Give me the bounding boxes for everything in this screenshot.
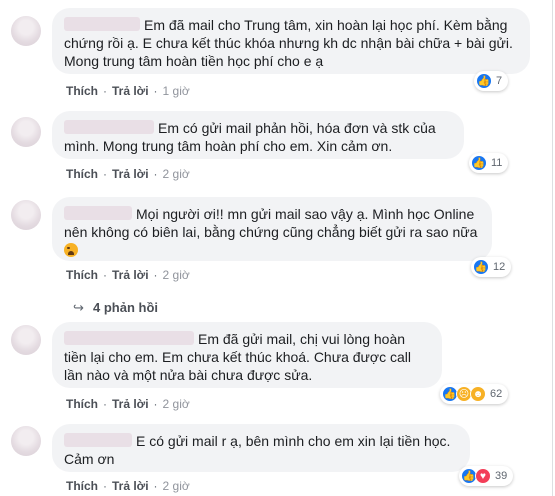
comment-bubble: Em có gửi mail phản hồi, hóa đơn và stk … <box>52 111 464 159</box>
like-reaction-icon: 👍 <box>473 259 489 275</box>
reply-button[interactable]: Trả lời <box>112 479 149 493</box>
separator-dot: · <box>103 84 107 98</box>
reply-button[interactable]: Trả lời <box>112 397 149 411</box>
reaction-count: 62 <box>490 388 503 400</box>
reaction-summary[interactable]: 👍 ♥ 39 <box>459 466 514 486</box>
like-button[interactable]: Thích <box>66 268 98 282</box>
separator-dot: · <box>153 268 158 282</box>
reaction-summary[interactable]: 👍 ☹ ☻ 62 <box>440 384 509 404</box>
love-reaction-icon: ♥ <box>475 468 491 484</box>
replies-count-label: 4 phản hồi <box>93 300 158 315</box>
reaction-count: 39 <box>495 470 508 482</box>
reaction-summary[interactable]: 👍 7 <box>474 71 509 91</box>
author-name[interactable] <box>64 433 132 447</box>
view-replies-link[interactable]: ↪ 4 phản hồi <box>73 300 158 316</box>
separator-dot: · <box>153 397 158 411</box>
reaction-count: 7 <box>496 75 503 87</box>
comment-actions: Thích · Trả lời · 2 giờ <box>66 397 190 411</box>
avatar[interactable] <box>11 200 41 230</box>
author-name[interactable] <box>64 120 154 134</box>
reply-arrow-icon: ↪ <box>73 300 84 315</box>
author-name[interactable] <box>64 331 194 345</box>
timestamp[interactable]: 2 giờ <box>163 479 190 493</box>
reaction-summary[interactable]: 👍 11 <box>469 153 509 173</box>
comment-actions: Thích · Trả lời · 2 giờ <box>66 479 190 493</box>
comment-actions: Thích · Trả lời · 2 giờ <box>66 268 190 282</box>
like-button[interactable]: Thích <box>66 479 98 493</box>
separator-dot: · <box>103 268 107 282</box>
like-reaction-icon: 👍 <box>476 73 492 89</box>
separator-dot: · <box>153 167 158 181</box>
reaction-count: 12 <box>493 261 506 273</box>
like-button[interactable]: Thích <box>66 167 98 181</box>
timestamp[interactable]: 1 giờ <box>163 84 190 98</box>
like-button[interactable]: Thích <box>66 84 98 98</box>
crying-emoji-icon <box>64 243 78 257</box>
haha-reaction-icon: ☻ <box>470 386 486 402</box>
comments-panel: Em đã mail cho Trung tâm, xin hoàn lại h… <box>0 0 553 496</box>
comment-bubble: Mọi người ơi!! mn gửi mail sao vậy ạ. Mì… <box>52 197 492 261</box>
avatar[interactable] <box>11 426 41 456</box>
separator-dot: · <box>153 84 158 98</box>
reply-button[interactable]: Trả lời <box>112 84 149 98</box>
like-button[interactable]: Thích <box>66 397 98 411</box>
author-name[interactable] <box>64 17 140 31</box>
like-reaction-icon: 👍 <box>471 155 487 171</box>
separator-dot: · <box>153 479 158 493</box>
comment-actions: Thích · Trả lời · 1 giờ <box>66 84 190 98</box>
separator-dot: · <box>103 479 107 493</box>
author-name[interactable] <box>64 206 132 220</box>
comment-actions: Thích · Trả lời · 2 giờ <box>66 167 190 181</box>
comment-bubble: Em đã gửi mail, chị vui lòng hoàn tiền l… <box>52 322 442 388</box>
avatar[interactable] <box>11 325 41 355</box>
timestamp[interactable]: 2 giờ <box>163 268 190 282</box>
separator-dot: · <box>103 397 107 411</box>
separator-dot: · <box>103 167 107 181</box>
timestamp[interactable]: 2 giờ <box>163 397 190 411</box>
timestamp[interactable]: 2 giờ <box>163 167 190 181</box>
comment-bubble: E có gửi mail r ạ, bên mình cho em xin l… <box>52 424 470 472</box>
reply-button[interactable]: Trả lời <box>112 268 149 282</box>
comment-bubble: Em đã mail cho Trung tâm, xin hoàn lại h… <box>52 8 530 74</box>
reaction-count: 11 <box>491 157 503 169</box>
reply-button[interactable]: Trả lời <box>112 167 149 181</box>
avatar[interactable] <box>11 16 41 46</box>
avatar[interactable] <box>11 117 41 147</box>
reaction-summary[interactable]: 👍 12 <box>471 257 512 277</box>
